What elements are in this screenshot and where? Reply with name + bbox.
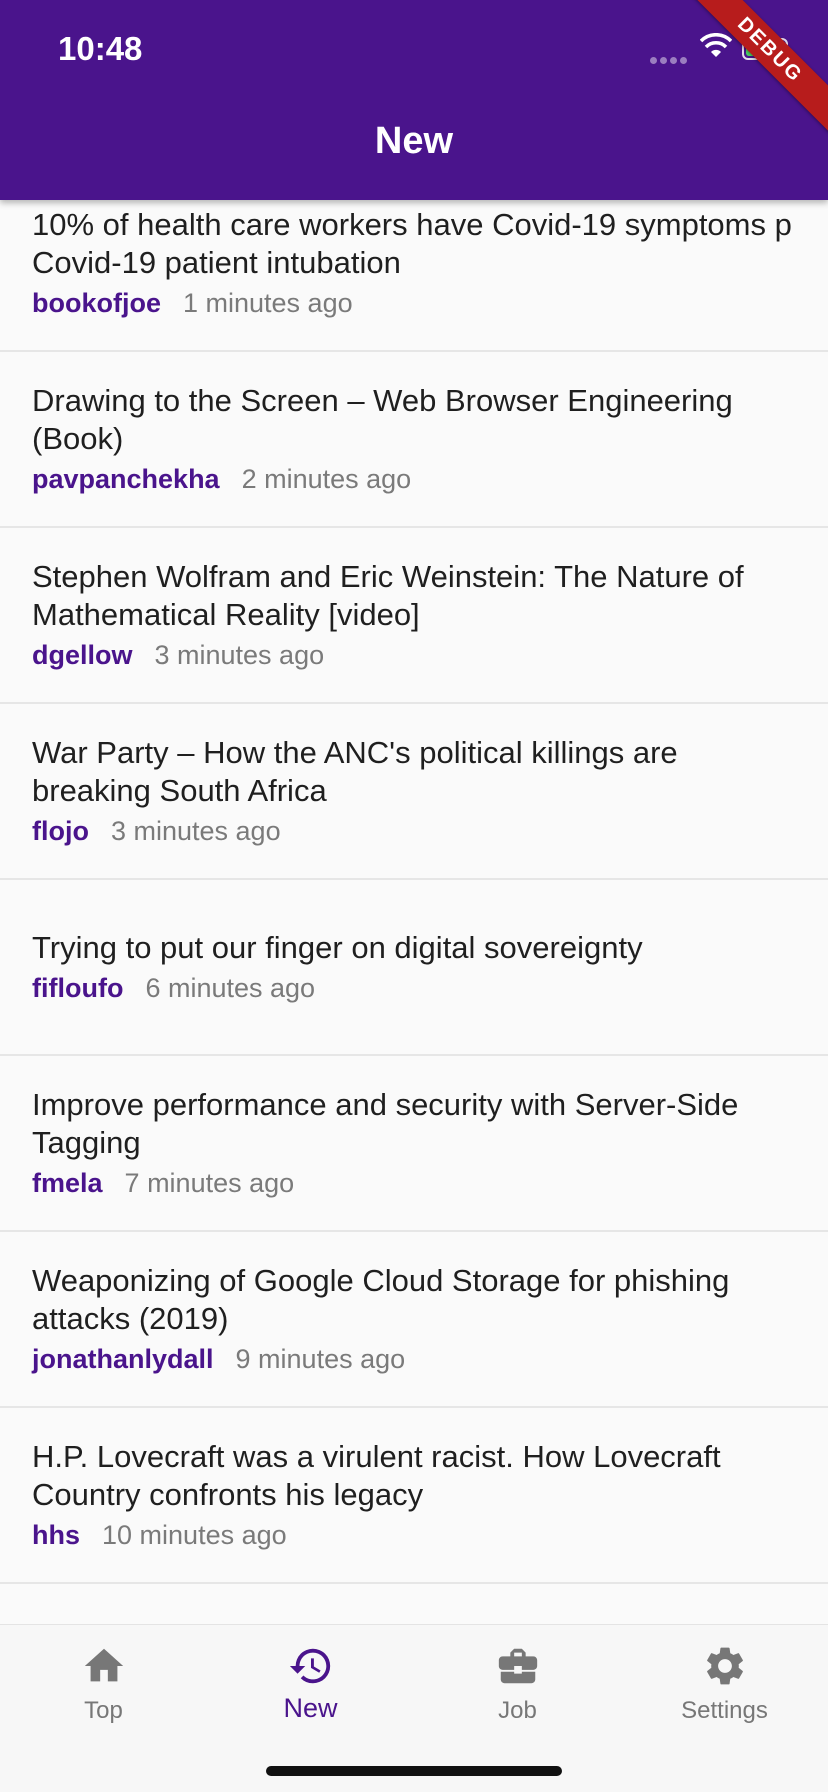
story-item[interactable]: Drawing to the Screen – Web Browser Engi… — [0, 352, 828, 528]
story-meta: pavpanchekha 2 minutes ago — [32, 462, 796, 496]
story-list[interactable]: 10% of health care workers have Covid-19… — [0, 200, 828, 1624]
app-bar: 10:48 New DEBUG — [0, 0, 828, 200]
story-meta: dgellow 3 minutes ago — [32, 638, 796, 672]
story-time: 2 minutes ago — [241, 464, 412, 494]
signal-icon — [650, 51, 690, 69]
story-title: Drawing to the Screen – Web Browser Engi… — [32, 383, 733, 456]
story-item[interactable]: Weaponizing of Google Cloud Storage for … — [0, 1232, 828, 1408]
story-author[interactable]: flojo — [32, 816, 89, 846]
story-item[interactable]: H.P. Lovecraft was a virulent racist. Ho… — [0, 1408, 828, 1584]
story-item[interactable]: 10% of health care workers have Covid-19… — [0, 200, 828, 352]
story-title: H.P. Lovecraft was a virulent racist. Ho… — [32, 1439, 721, 1512]
nav-job[interactable]: Job — [414, 1643, 621, 1753]
story-title: 10% of health care workers have Covid-19… — [32, 207, 792, 280]
story-author[interactable]: dgellow — [32, 640, 133, 670]
story-time: 1 minutes ago — [183, 288, 353, 318]
story-meta: hhs 10 minutes ago — [32, 1518, 796, 1552]
nav-new[interactable]: New — [207, 1643, 414, 1753]
gear-icon — [706, 1647, 743, 1685]
debug-banner: DEBUG — [680, 0, 828, 140]
story-time: 6 minutes ago — [145, 973, 316, 1003]
story-meta: jonathanlydall 9 minutes ago — [32, 1342, 796, 1376]
story-title: Improve performance and security with Se… — [32, 1087, 739, 1160]
story-author[interactable]: hhs — [32, 1520, 80, 1550]
story-title: War Party – How the ANC's political kill… — [32, 735, 678, 808]
nav-settings[interactable]: Settings — [621, 1643, 828, 1753]
story-title: Stephen Wolfram and Eric Weinstein: The … — [32, 559, 744, 632]
story-item[interactable]: Improve performance and security with Se… — [0, 1056, 828, 1232]
story-author[interactable]: fmela — [32, 1168, 103, 1198]
nav-label: Job — [498, 1697, 537, 1724]
story-meta: bookofjoe 1 minutes ago — [32, 286, 796, 320]
story-item[interactable]: Trying to put our finger on digital sove… — [0, 880, 828, 1056]
story-time: 9 minutes ago — [235, 1344, 406, 1374]
story-author[interactable]: jonathanlydall — [32, 1344, 214, 1374]
wifi-icon — [700, 33, 732, 57]
story-item[interactable]: Stephen Wolfram and Eric Weinstein: The … — [0, 528, 828, 704]
nav-top[interactable]: Top — [0, 1643, 207, 1753]
story-time: 7 minutes ago — [124, 1168, 295, 1198]
story-title: Weaponizing of Google Cloud Storage for … — [32, 1263, 730, 1336]
story-meta: fmela 7 minutes ago — [32, 1166, 796, 1200]
history-icon — [289, 1648, 330, 1684]
nav-label: Top — [84, 1697, 123, 1724]
story-item[interactable]: War Party – How the ANC's political kill… — [0, 704, 828, 880]
story-time: 3 minutes ago — [154, 640, 325, 670]
page-title: New — [374, 120, 454, 162]
story-time: 10 minutes ago — [102, 1520, 287, 1550]
status-time: 10:48 — [58, 30, 143, 67]
nav-label: New — [283, 1693, 338, 1723]
story-meta: fifloufo 6 minutes ago — [32, 971, 796, 1005]
story-author[interactable]: pavpanchekha — [32, 464, 220, 494]
home-indicator[interactable] — [266, 1766, 562, 1776]
briefcase-icon — [498, 1648, 537, 1684]
nav-label: Settings — [681, 1697, 768, 1724]
story-time: 3 minutes ago — [110, 816, 281, 846]
story-author[interactable]: fifloufo — [32, 973, 123, 1003]
story-title: Trying to put our finger on digital sove… — [32, 930, 643, 965]
home-icon — [84, 1648, 123, 1682]
story-author[interactable]: bookofjoe — [32, 288, 161, 318]
story-meta: flojo 3 minutes ago — [32, 814, 796, 848]
